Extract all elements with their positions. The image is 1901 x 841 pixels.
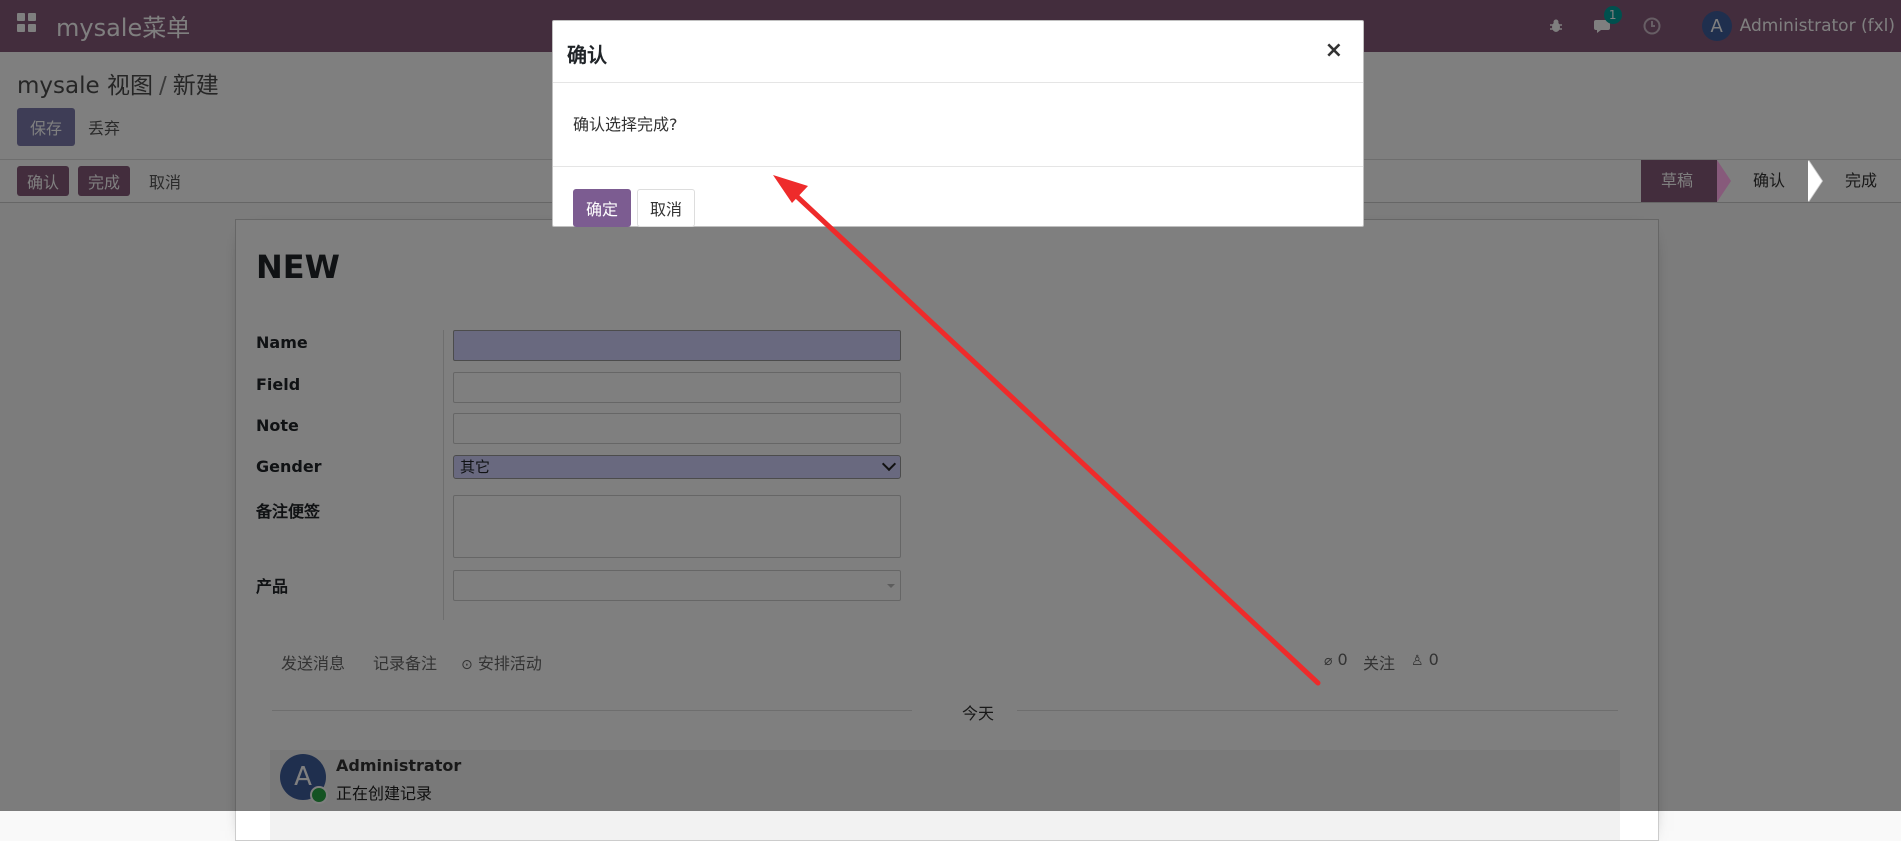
close-icon[interactable]: × <box>1319 37 1349 64</box>
dialog-message: 确认选择完成? <box>573 115 678 134</box>
confirm-dialog: 确认 × 确认选择完成? 确定 取消 <box>552 20 1364 227</box>
dialog-header: 确认 × <box>553 21 1363 83</box>
dialog-body: 确认选择完成? <box>553 83 1363 167</box>
dialog-cancel-button[interactable]: 取消 <box>637 189 695 227</box>
dialog-title: 确认 <box>567 43 607 67</box>
dialog-footer: 确定 取消 <box>553 167 1363 227</box>
dialog-ok-button[interactable]: 确定 <box>573 189 631 227</box>
